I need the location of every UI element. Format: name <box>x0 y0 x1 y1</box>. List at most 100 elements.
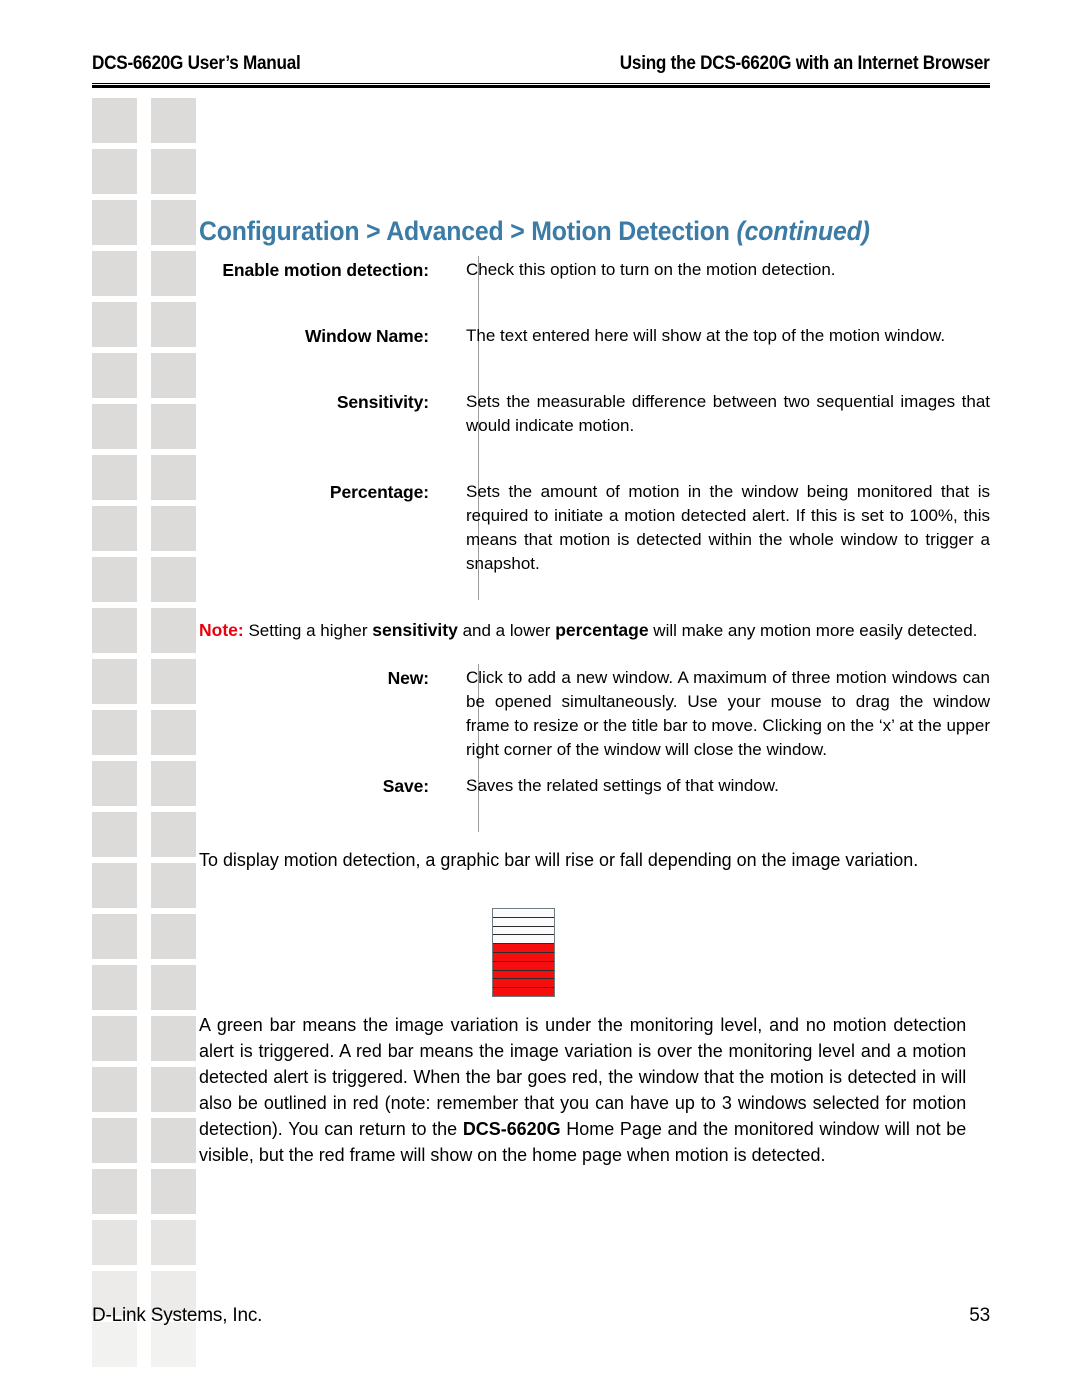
header-rule <box>92 83 990 88</box>
decorative-square <box>92 251 137 296</box>
graphic-bar-segment-red <box>493 952 554 962</box>
decorative-square <box>151 251 196 296</box>
page-footer: D-Link Systems, Inc. 53 <box>92 1305 990 1327</box>
decorative-square <box>151 302 196 347</box>
definition-label: Save: <box>382 776 429 796</box>
definition-description: Click to add a new window. A maximum of … <box>466 668 990 759</box>
definition-list-primary: Enable motion detection: Check this optio… <box>199 258 990 576</box>
definition-description: Check this option to turn on the motion … <box>466 260 836 279</box>
definition-row: Window Name: The text entered here will s… <box>199 324 990 348</box>
graphic-bar-intro-text: To display motion detection, a graphic b… <box>199 849 919 870</box>
decorative-square <box>92 1322 137 1367</box>
definition-description: Sets the measurable difference between t… <box>466 392 990 435</box>
decorative-square <box>92 659 137 704</box>
note-keyword: Note: <box>199 620 244 640</box>
decorative-square <box>92 353 137 398</box>
decorative-square <box>151 404 196 449</box>
definition-description: The text entered here will show at the t… <box>466 326 946 345</box>
definition-row: Percentage: Sets the amount of motion in … <box>199 480 990 576</box>
decorative-square <box>92 761 137 806</box>
graphic-bar-segment-red <box>493 988 554 996</box>
definition-row: Enable motion detection: Check this optio… <box>199 258 990 282</box>
page-number: 53 <box>969 1305 990 1326</box>
footer-company: D-Link Systems, Inc. <box>92 1305 263 1326</box>
decorative-square <box>151 1016 196 1061</box>
note-bold-sensitivity: sensitivity <box>372 620 458 640</box>
decorative-square <box>92 1067 137 1112</box>
graphic-bar-segment-red <box>493 944 554 953</box>
decorative-square <box>151 710 196 755</box>
decorative-square <box>151 557 196 602</box>
note-text-part1: Setting a higher <box>243 621 373 640</box>
decorative-square <box>151 1220 196 1265</box>
graphic-bar-segment-red <box>493 979 554 989</box>
note-text-part3: will make any motion more easily detecte… <box>648 621 978 640</box>
decorative-square <box>151 1067 196 1112</box>
decorative-square-grid <box>92 98 202 1397</box>
header-manual-title: DCS-6620G User’s Manual <box>92 52 301 74</box>
header-rule-thick <box>92 85 990 88</box>
definition-list-secondary: New: Click to add a new window. A maximum… <box>199 666 990 798</box>
definition-description: Saves the related settings of that windo… <box>466 776 779 795</box>
graphic-bar-segment-red <box>493 961 554 971</box>
decorative-square <box>92 1169 137 1214</box>
decorative-square <box>92 965 137 1010</box>
page-title-main: Configuration > Advanced > Motion Detect… <box>199 216 737 246</box>
decorative-square <box>92 812 137 857</box>
definition-label: Enable motion detection: <box>222 260 429 280</box>
decorative-square <box>151 965 196 1010</box>
decorative-square <box>92 863 137 908</box>
closing-paragraph: A green bar means the image variation is… <box>199 1012 966 1168</box>
decorative-square <box>151 608 196 653</box>
decorative-square <box>151 1322 196 1367</box>
decorative-square <box>151 659 196 704</box>
decorative-square <box>92 557 137 602</box>
note-paragraph: Note: Setting a higher sensitivity and a… <box>199 618 990 643</box>
definition-description: Sets the amount of motion in the window … <box>466 482 990 573</box>
decorative-square <box>92 608 137 653</box>
decorative-square <box>151 149 196 194</box>
decorative-square <box>151 98 196 143</box>
decorative-square <box>92 1220 137 1265</box>
graphic-bar-segment-white <box>493 917 554 927</box>
decorative-square <box>92 404 137 449</box>
graphic-bar-segment-white <box>493 926 554 936</box>
definition-row: Sensitivity: Sets the measurable differen… <box>199 390 990 438</box>
decorative-square <box>92 149 137 194</box>
decorative-square <box>151 353 196 398</box>
definition-label: Sensitivity: <box>336 392 429 412</box>
decorative-square <box>151 1118 196 1163</box>
decorative-square <box>92 200 137 245</box>
motion-graphic-bar <box>492 908 555 997</box>
decorative-square <box>92 1118 137 1163</box>
decorative-square <box>92 1016 137 1061</box>
decorative-square <box>151 506 196 551</box>
page-title: Configuration > Advanced > Motion Detect… <box>199 216 870 247</box>
decorative-square <box>92 302 137 347</box>
header-chapter-title: Using the DCS-6620G with an Internet Bro… <box>619 52 990 74</box>
decorative-square <box>92 506 137 551</box>
closing-bold-model: DCS-6620G <box>462 1118 561 1139</box>
decorative-square <box>92 914 137 959</box>
graphic-bar-segment-white <box>493 909 554 918</box>
decorative-square <box>92 455 137 500</box>
decorative-square <box>92 710 137 755</box>
definition-label: Window Name: <box>304 326 429 346</box>
decorative-square <box>151 200 196 245</box>
page-title-continued: (continued) <box>736 216 870 246</box>
decorative-square <box>151 863 196 908</box>
decorative-square <box>151 914 196 959</box>
decorative-square <box>151 812 196 857</box>
decorative-square <box>151 1169 196 1214</box>
definition-row: New: Click to add a new window. A maximum… <box>199 666 990 762</box>
graphic-bar-segment-red <box>493 970 554 980</box>
decorative-square <box>151 761 196 806</box>
decorative-square <box>151 455 196 500</box>
note-text-part2: and a lower <box>457 621 556 640</box>
decorative-square <box>92 98 137 143</box>
definition-label: New: <box>387 668 430 688</box>
note-bold-percentage: percentage <box>555 620 649 640</box>
header-rule-thin <box>92 83 990 84</box>
running-header: DCS-6620G User’s Manual Using the DCS-66… <box>92 52 990 75</box>
definition-label: Percentage: <box>329 482 429 502</box>
